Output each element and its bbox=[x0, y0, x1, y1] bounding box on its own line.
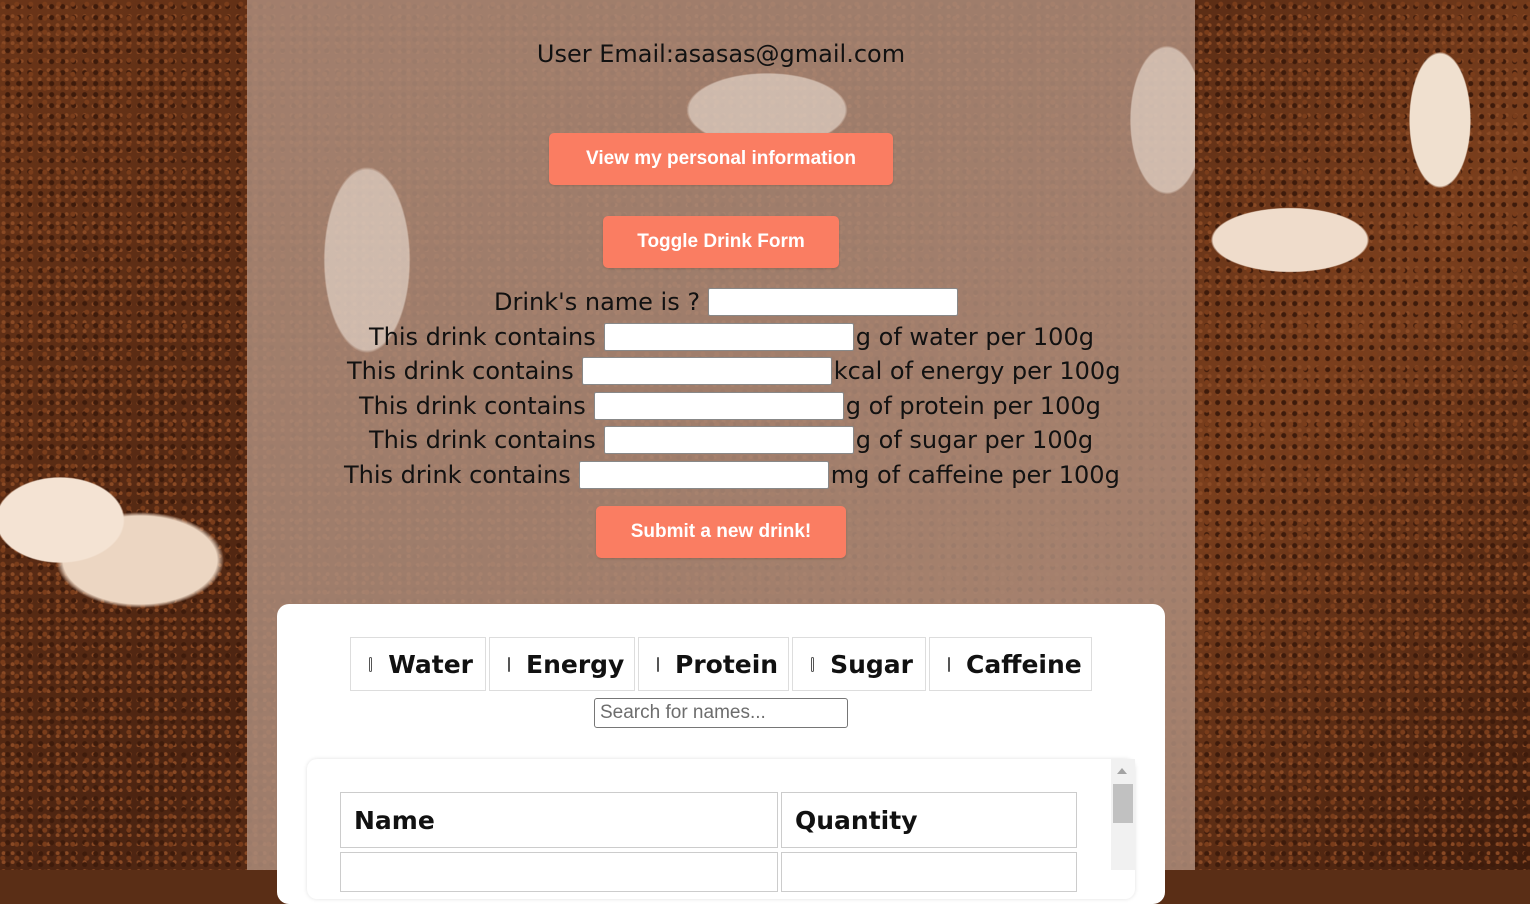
caffeine-checkbox[interactable] bbox=[948, 656, 950, 672]
filter-caffeine-label: Caffeine bbox=[966, 649, 1082, 679]
column-header-name[interactable]: Name bbox=[340, 792, 778, 848]
drinks-table: Name Quantity bbox=[307, 759, 1135, 899]
submit-drink-button[interactable]: Submit a new drink! bbox=[596, 506, 846, 558]
energy-prefix: This drink contains bbox=[347, 357, 574, 385]
scroll-thumb[interactable] bbox=[1113, 784, 1133, 823]
protein-input[interactable] bbox=[593, 392, 844, 420]
protein-suffix: g of protein per 100g bbox=[845, 392, 1101, 420]
protein-row: This drink contains g of protein per 100… bbox=[359, 389, 1101, 423]
table-scrollbar[interactable] bbox=[1111, 759, 1135, 870]
water-row: This drink contains g of water per 100g bbox=[369, 320, 1094, 354]
table-row-quantity-cell bbox=[781, 852, 1077, 892]
caffeine-row: This drink contains mg of caffeine per 1… bbox=[344, 458, 1120, 492]
filter-sugar-label: Sugar bbox=[830, 649, 913, 679]
caffeine-prefix: This drink contains bbox=[344, 461, 571, 489]
search-input[interactable] bbox=[594, 698, 848, 728]
sugar-input[interactable] bbox=[603, 426, 854, 454]
energy-checkbox[interactable] bbox=[508, 656, 510, 672]
caffeine-input[interactable] bbox=[578, 461, 829, 489]
toggle-drink-form-button[interactable]: Toggle Drink Form bbox=[603, 216, 839, 268]
sugar-suffix: g of sugar per 100g bbox=[855, 426, 1094, 454]
protein-prefix: This drink contains bbox=[359, 392, 586, 420]
water-suffix: g of water per 100g bbox=[855, 323, 1094, 351]
drink-name-input[interactable] bbox=[708, 288, 959, 316]
filter-protein[interactable]: Protein bbox=[638, 637, 789, 691]
drink-name-label: Drink's name is ? bbox=[494, 288, 701, 316]
sugar-checkbox[interactable] bbox=[811, 656, 815, 672]
water-prefix: This drink contains bbox=[369, 323, 596, 351]
filter-water-label: Water bbox=[388, 649, 473, 679]
scroll-up-arrow-icon[interactable] bbox=[1117, 768, 1127, 774]
caffeine-suffix: mg of caffeine per 100g bbox=[830, 461, 1120, 489]
energy-row: This drink contains kcal of energy per 1… bbox=[347, 354, 1120, 388]
sugar-row: This drink contains g of sugar per 100g bbox=[369, 423, 1093, 457]
user-email: User Email:asasas@gmail.com bbox=[536, 40, 906, 68]
sugar-prefix: This drink contains bbox=[369, 426, 596, 454]
water-checkbox[interactable] bbox=[369, 656, 373, 672]
filter-water[interactable]: Water bbox=[350, 637, 486, 691]
filter-energy[interactable]: Energy bbox=[489, 637, 635, 691]
filter-protein-label: Protein bbox=[675, 649, 779, 679]
drink-name-row: Drink's name is ? bbox=[494, 285, 960, 319]
filter-caffeine[interactable]: Caffeine bbox=[929, 637, 1092, 691]
column-header-quantity[interactable]: Quantity bbox=[781, 792, 1077, 848]
nutrient-filters: Water Energy Protein Sugar Caffeine bbox=[350, 637, 1092, 691]
view-personal-info-button[interactable]: View my personal information bbox=[549, 133, 893, 185]
energy-suffix: kcal of energy per 100g bbox=[833, 357, 1121, 385]
filter-energy-label: Energy bbox=[526, 649, 625, 679]
filter-sugar[interactable]: Sugar bbox=[792, 637, 926, 691]
protein-checkbox[interactable] bbox=[657, 656, 659, 672]
table-row-name-cell bbox=[340, 852, 778, 892]
water-input[interactable] bbox=[603, 323, 854, 351]
energy-input[interactable] bbox=[581, 357, 832, 385]
